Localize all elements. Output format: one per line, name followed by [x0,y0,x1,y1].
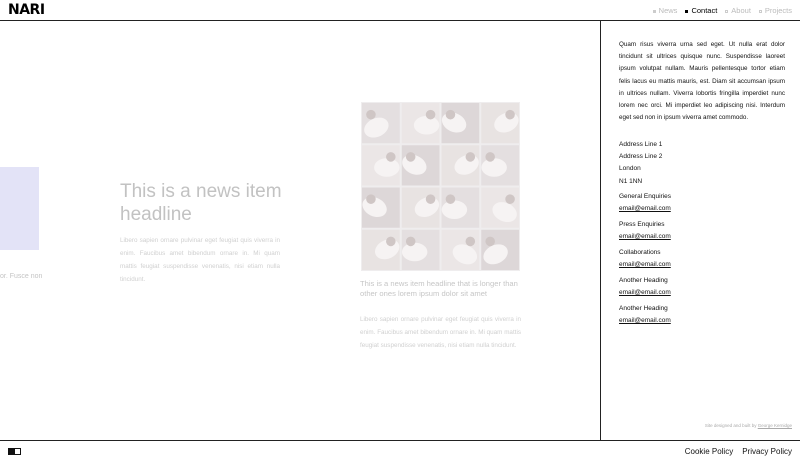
news-image-collage[interactable] [361,102,520,271]
site-header: NARI News Contact About Projects [0,0,800,21]
site-credit: Site designed and built by George Kernid… [705,423,792,428]
credit-link[interactable]: George Kernidge [758,423,792,428]
address-postcode: N1 1NN [619,177,643,185]
news-carousel[interactable]: or. Fusce non This is a news item headli… [0,21,600,440]
nav-about[interactable]: About [725,6,751,16]
nav-news-label: News [658,6,678,15]
contact-heading: General Enquiries [619,193,672,200]
main-nav: News Contact About Projects [652,6,792,16]
contact-collaborations: Collaborations email@email.com [619,247,671,271]
contact-heading: Another Heading [619,305,668,312]
news-text-partial: or. Fusce non [0,273,43,280]
theme-toggle[interactable] [8,448,21,455]
square-bullet-icon [685,9,689,13]
credit-text: Site designed and built by [704,423,757,428]
email-link[interactable]: email@email.com [619,287,671,299]
email-link[interactable]: email@email.com [619,231,671,243]
footer-links: Cookie Policy Privacy Policy [685,447,792,457]
contact-intro: Quam risus viverra urna sed eget. Ut nul… [619,41,785,122]
square-bullet-icon [758,9,762,13]
address-block: Address Line 1 Address Line 2 London N1 … [619,139,662,188]
site-footer: Cookie Policy Privacy Policy [0,440,800,461]
news-headline[interactable]: This is a news item headline that is lon… [360,279,522,299]
contact-general: General Enquiries email@email.com [619,191,671,215]
address-city: London [619,165,641,173]
contact-another-1: Another Heading email@email.com [619,275,671,299]
square-bullet-icon [652,9,656,13]
email-link[interactable]: email@email.com [619,259,671,271]
nav-contact-label: Contact [691,6,718,15]
news-body: Libero sapien ornare pulvinar eget feugi… [360,316,521,349]
nav-news[interactable]: News [652,6,678,16]
toggle-knob [9,449,15,454]
news-headline[interactable]: This is a news item headline [120,180,290,226]
contact-panel: Quam risus viverra urna sed eget. Ut nul… [600,21,800,440]
nav-projects-label: Projects [764,6,792,15]
contact-heading: Press Enquiries [619,221,665,228]
nav-projects[interactable]: Projects [758,6,792,16]
cookie-policy-link[interactable]: Cookie Policy [685,447,733,457]
contact-heading: Collaborations [619,249,661,256]
news-body: Libero sapien ornare pulvinar eget feugi… [120,237,280,283]
email-link[interactable]: email@email.com [619,203,671,215]
photo-collage-graphic [361,102,520,271]
contact-another-2: Another Heading email@email.com [619,303,671,327]
nav-about-label: About [731,6,751,15]
privacy-policy-link[interactable]: Privacy Policy [742,447,792,457]
address-line: Address Line 2 [619,153,663,161]
address-line: Address Line 1 [619,141,663,148]
email-link[interactable]: email@email.com [619,315,671,327]
contact-heading: Another Heading [619,277,668,284]
nav-contact[interactable]: Contact [685,6,717,16]
news-image-partial[interactable] [0,167,39,250]
contact-press: Press Enquiries email@email.com [619,219,671,243]
square-bullet-icon [725,9,729,13]
site-logo[interactable]: NARI [8,2,45,18]
